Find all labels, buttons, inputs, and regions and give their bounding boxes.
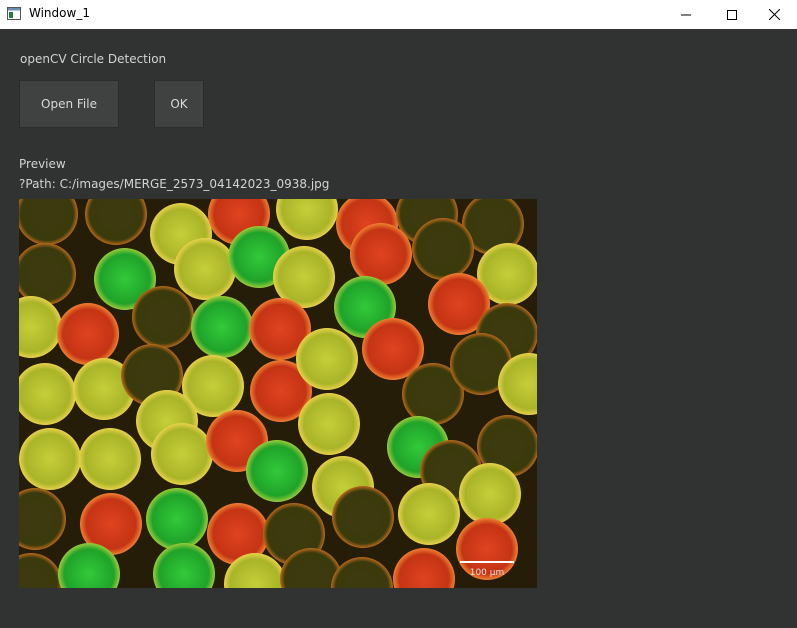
bead-micrograph: 100 µm bbox=[19, 199, 537, 588]
bead bbox=[174, 238, 236, 300]
bead bbox=[412, 218, 474, 280]
close-icon bbox=[768, 9, 780, 20]
bead bbox=[153, 543, 215, 588]
bead bbox=[19, 428, 81, 490]
bead bbox=[191, 296, 253, 358]
preview-label: Preview bbox=[19, 157, 66, 171]
scale-bar-label: 100 µm bbox=[470, 568, 505, 578]
ok-button[interactable]: OK bbox=[154, 80, 204, 128]
bead bbox=[57, 303, 119, 365]
bead bbox=[332, 486, 394, 548]
bead bbox=[298, 393, 360, 455]
title-bar[interactable]: Window_1 bbox=[0, 0, 797, 29]
bead bbox=[19, 488, 66, 550]
bead bbox=[19, 243, 76, 305]
app-window-icon bbox=[7, 7, 21, 20]
bead bbox=[132, 286, 194, 348]
bead bbox=[276, 199, 338, 240]
bead bbox=[79, 428, 141, 490]
bead bbox=[151, 423, 213, 485]
preview-image: 100 µm bbox=[19, 199, 537, 588]
minimize-icon bbox=[681, 14, 691, 15]
minimize-button[interactable] bbox=[663, 0, 709, 29]
bead bbox=[246, 440, 308, 502]
bead bbox=[146, 488, 208, 550]
main-content: openCV Circle Detection Open File OK Pre… bbox=[0, 29, 797, 628]
bead bbox=[331, 557, 393, 588]
bead bbox=[398, 483, 460, 545]
bead bbox=[393, 548, 455, 588]
bead bbox=[350, 223, 412, 285]
bead bbox=[19, 363, 76, 425]
window-title: Window_1 bbox=[29, 6, 90, 20]
maximize-button[interactable] bbox=[709, 0, 755, 29]
maximize-icon bbox=[727, 9, 737, 20]
bead bbox=[19, 553, 62, 588]
open-file-button[interactable]: Open File bbox=[19, 80, 119, 128]
scale-bar bbox=[460, 561, 514, 563]
bead bbox=[85, 199, 147, 245]
bead bbox=[296, 328, 358, 390]
bead bbox=[19, 296, 62, 358]
bead bbox=[459, 463, 521, 525]
bead bbox=[19, 199, 78, 245]
file-path-label: ?Path: C:/images/MERGE_2573_04142023_093… bbox=[19, 177, 330, 191]
close-button[interactable] bbox=[751, 0, 797, 29]
app-heading: openCV Circle Detection bbox=[20, 52, 167, 66]
